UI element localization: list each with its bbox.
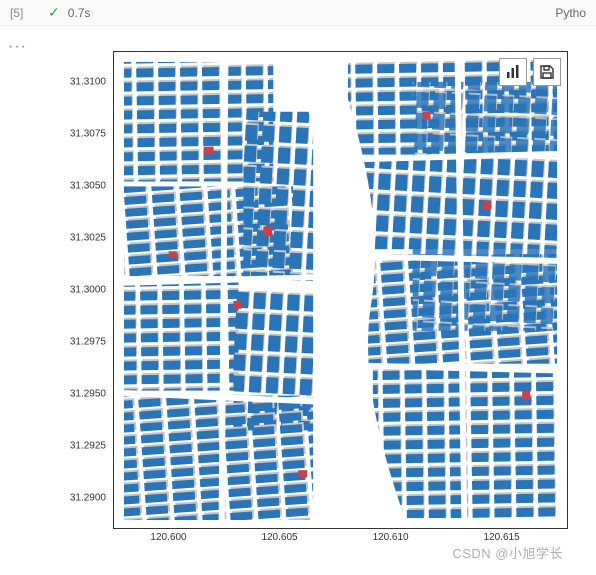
kernel-label: Pytho <box>555 6 586 20</box>
execution-count: [5] <box>10 6 40 20</box>
watermark-text: CSDN @小旭学长 <box>452 543 563 562</box>
y-tick-label: 31.2925 <box>70 440 106 451</box>
y-tick-label: 31.2975 <box>70 337 106 348</box>
x-tick-label: 120.605 <box>261 532 297 543</box>
save-button[interactable] <box>533 58 561 86</box>
y-tick-label: 31.3000 <box>70 285 106 296</box>
check-icon: ✓ <box>48 4 60 21</box>
x-tick-label: 120.600 <box>150 532 186 543</box>
chart-mode-button[interactable] <box>499 58 527 86</box>
x-tick-label: 120.615 <box>483 532 519 543</box>
y-axis-ticks: 31.3100 31.3075 31.3050 31.3025 31.3000 … <box>60 51 110 529</box>
y-tick-label: 31.3025 <box>70 232 106 243</box>
execution-time: 0.7s <box>68 6 91 20</box>
output-area: 31.3100 31.3075 31.3050 31.3025 31.3000 … <box>60 46 575 566</box>
y-tick-label: 31.3050 <box>70 181 106 192</box>
y-tick-label: 31.3100 <box>70 77 106 88</box>
cell-header: [5] ✓ 0.7s Pytho <box>0 0 596 26</box>
x-tick-label: 120.610 <box>372 532 408 543</box>
y-tick-label: 31.2900 <box>70 492 106 503</box>
y-tick-label: 31.3075 <box>70 129 106 140</box>
y-tick-label: 31.2950 <box>70 388 106 399</box>
chart-icon <box>505 64 521 80</box>
save-icon <box>539 64 555 80</box>
plot-toolbar <box>499 58 561 86</box>
cell-gutter-menu[interactable]: ··· <box>8 38 27 56</box>
map-plot[interactable] <box>113 51 568 529</box>
